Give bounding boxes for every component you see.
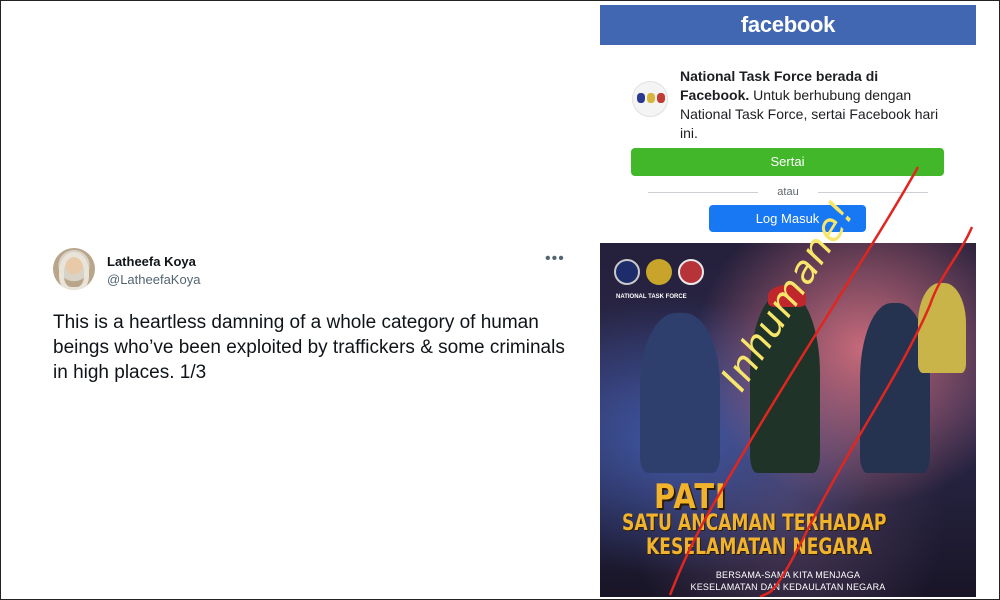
or-divider: atau	[648, 185, 928, 199]
crowd-figure	[640, 313, 720, 473]
page-logo	[632, 81, 668, 117]
screenshot-frame: Latheefa Koya @LatheefaKoya ••• This is …	[0, 0, 1000, 600]
poster-line-1: SATU ANCAMAN TERHADAP	[622, 511, 887, 536]
or-label: atau	[777, 186, 799, 198]
yellow-shirt-figure	[918, 283, 966, 373]
avatar[interactable]	[53, 248, 95, 290]
more-horizontal-icon[interactable]: •••	[545, 250, 565, 268]
army-seal-icon	[646, 259, 672, 285]
poster-line-2: KESELAMATAN NEGARA	[646, 535, 873, 560]
poster-subline-1: BERSAMA-SAMA KITA MENJAGA	[715, 570, 861, 580]
join-button[interactable]: Sertai	[631, 148, 944, 176]
agency-logos: NATIONAL TASK FORCE	[614, 253, 724, 303]
agency-caption: NATIONAL TASK FORCE	[616, 294, 687, 300]
facebook-logo: facebook	[600, 5, 976, 45]
agency-seal-icon	[678, 259, 704, 285]
police-seal-icon	[614, 259, 640, 285]
join-message: National Task Force berada di Facebook. …	[680, 67, 950, 143]
facebook-screenshot: facebook National Task Force berada di F…	[600, 5, 976, 597]
facebook-join-card: National Task Force berada di Facebook. …	[600, 45, 976, 243]
author-handle[interactable]: @LatheefaKoya	[107, 272, 200, 287]
poster-subline-2: KESELAMATAN DAN KEDAULATAN NEGARA	[690, 582, 886, 592]
author-name[interactable]: Latheefa Koya	[107, 254, 196, 269]
tweet-text: This is a heartless damning of a whole c…	[53, 312, 565, 383]
